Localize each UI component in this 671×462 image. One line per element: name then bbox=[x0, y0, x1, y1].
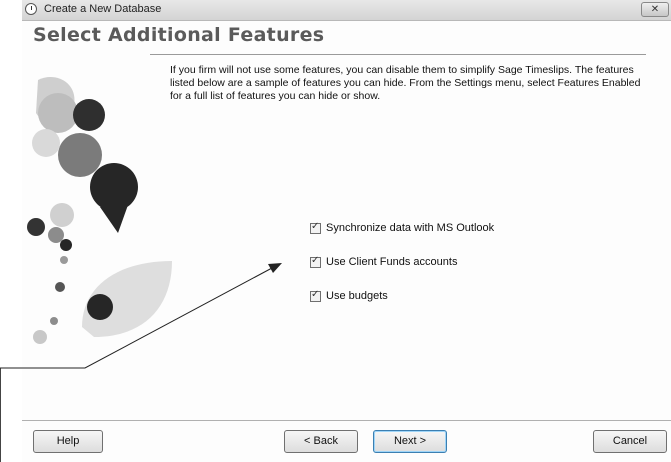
help-button[interactable]: Help bbox=[33, 430, 103, 453]
description-text: If you firm will not use some features, … bbox=[170, 64, 641, 102]
title-divider bbox=[150, 54, 646, 55]
feature-label: Use budgets bbox=[326, 290, 388, 302]
feature-label: Use Client Funds accounts bbox=[326, 256, 458, 268]
checkbox-client-funds[interactable] bbox=[310, 255, 321, 268]
feature-label: Synchronize data with MS Outlook bbox=[326, 222, 495, 234]
page-title: Select Additional Features bbox=[33, 24, 325, 46]
next-button[interactable]: Next > bbox=[373, 430, 447, 453]
annotation-line-vertical bbox=[0, 368, 1, 462]
app-icon bbox=[25, 3, 37, 15]
checkbox-budgets[interactable] bbox=[310, 289, 321, 302]
feature-client-funds[interactable]: Use Client Funds accounts bbox=[310, 255, 458, 268]
decorative-bubbles-graphic bbox=[27, 76, 172, 344]
cancel-button[interactable]: Cancel bbox=[593, 430, 667, 453]
feature-synchronize-outlook[interactable]: Synchronize data with MS Outlook bbox=[310, 221, 495, 234]
title-bar: Create a New Database ✕ bbox=[22, 0, 671, 21]
footer-divider bbox=[22, 420, 671, 421]
close-icon: ✕ bbox=[650, 4, 660, 15]
close-button[interactable]: ✕ bbox=[641, 2, 669, 17]
feature-budgets[interactable]: Use budgets bbox=[310, 289, 388, 302]
checkbox-synchronize-outlook[interactable] bbox=[310, 221, 321, 234]
back-button[interactable]: < Back bbox=[284, 430, 358, 453]
window-title: Create a New Database bbox=[44, 3, 162, 15]
